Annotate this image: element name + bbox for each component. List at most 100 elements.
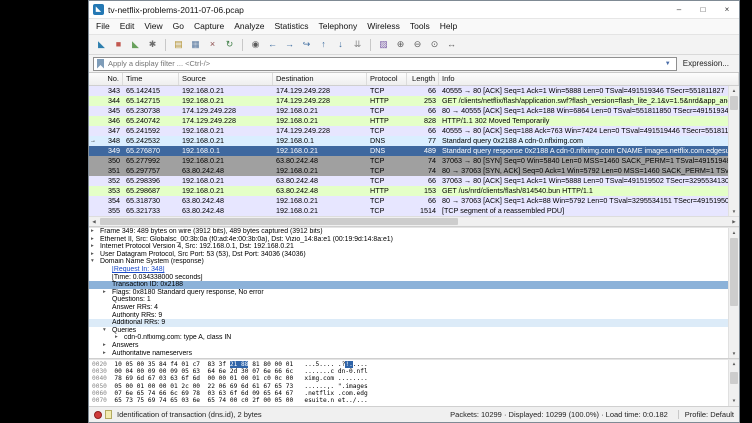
menu-item-file[interactable]: File (91, 19, 115, 34)
scroll-down-icon[interactable]: ▼ (729, 397, 739, 406)
detail-row[interactable]: Additional RRs: 9 (89, 319, 739, 327)
detail-row[interactable]: Questions: 1 (89, 296, 739, 304)
detail-row[interactable]: [Request In: 348] (89, 266, 739, 274)
vscroll-thumb[interactable] (730, 372, 738, 384)
close-button[interactable]: × (715, 1, 739, 18)
packet-row-355[interactable]: 35565.32173363.80.242.48192.168.0.21TCP1… (89, 206, 739, 216)
expand-icon[interactable]: ▸ (91, 236, 100, 244)
detail-row[interactable]: ▾Queries (89, 327, 739, 335)
menu-item-view[interactable]: View (139, 19, 167, 34)
hex-row-0070[interactable]: 0070 65 73 75 69 74 65 03 6e 65 74 00 c0… (92, 397, 739, 404)
vscroll-thumb[interactable] (730, 96, 738, 110)
find-packet-icon[interactable]: ◉ (248, 37, 263, 52)
packet-row-347[interactable]: 34765.241592192.168.0.21174.129.249.228T… (89, 126, 739, 136)
expand-icon[interactable]: ▸ (91, 228, 100, 236)
detail-row[interactable]: Authority RRs: 9 (89, 312, 739, 320)
filter-dropdown-icon[interactable]: ▼ (663, 61, 673, 67)
detail-row[interactable]: [Time: 0.034338000 seconds] (89, 274, 739, 282)
collapse-icon[interactable]: ▾ (103, 327, 112, 335)
open-file-icon[interactable]: ▤ (171, 37, 186, 52)
reload-icon[interactable]: ↻ (222, 37, 237, 52)
zoom-out-icon[interactable]: ⊖ (410, 37, 425, 52)
collapse-icon[interactable]: ▾ (91, 258, 100, 266)
scroll-down-icon[interactable]: ▼ (729, 207, 739, 216)
hex-row-0060[interactable]: 0060 07 6e 65 74 66 6c 69 78 03 63 6f 6d… (92, 390, 739, 397)
display-filter-input[interactable] (108, 59, 663, 68)
go-to-packet-icon[interactable]: ↪ (299, 37, 314, 52)
packet-row-345[interactable]: 34565.230738174.129.249.228192.168.0.21T… (89, 106, 739, 116)
detail-row[interactable]: ▸Answers (89, 342, 739, 350)
packet-row-351[interactable]: 35165.29775763.80.242.48192.168.0.21TCP7… (89, 166, 739, 176)
menu-item-analyze[interactable]: Analyze (229, 19, 269, 34)
packet-row-350[interactable]: 35065.277992192.168.0.2163.80.242.48TCP7… (89, 156, 739, 166)
menu-item-statistics[interactable]: Statistics (269, 19, 313, 34)
column-header-no[interactable]: No. (89, 73, 123, 85)
packet-row-346[interactable]: 34665.240742174.129.249.228192.168.0.21H… (89, 116, 739, 126)
save-file-icon[interactable]: ▦ (188, 37, 203, 52)
detail-row[interactable]: ▸Flags: 0x8180 Standard query response, … (89, 289, 739, 297)
hex-row-0030[interactable]: 0030 00 04 00 09 00 09 05 63 64 6e 2d 30… (92, 368, 739, 375)
maximize-button[interactable]: □ (691, 1, 715, 18)
hex-vscrollbar[interactable]: ▲▼ (728, 360, 739, 406)
packet-row-352[interactable]: 35265.298396192.168.0.2163.80.242.48TCP6… (89, 176, 739, 186)
detail-row[interactable]: ▸Internet Protocol Version 4, Src: 192.1… (89, 243, 739, 251)
column-header-time[interactable]: Time (123, 73, 179, 85)
column-header-dst[interactable]: Destination (273, 73, 367, 85)
packet-list-vscrollbar[interactable]: ▲▼ (728, 86, 739, 216)
vscroll-thumb[interactable] (730, 238, 738, 306)
colorize-icon[interactable]: ▨ (376, 37, 391, 52)
close-file-icon[interactable]: × (205, 37, 220, 52)
scroll-left-icon[interactable]: ◀ (89, 217, 99, 226)
profile-selector[interactable]: Profile: Default (678, 410, 734, 419)
stop-capture-icon[interactable]: ■ (111, 37, 126, 52)
column-header-src[interactable]: Source (179, 73, 273, 85)
column-header-proto[interactable]: Protocol (367, 73, 407, 85)
menu-item-wireless[interactable]: Wireless (362, 19, 405, 34)
packet-row-353[interactable]: 35365.298687192.168.0.2163.80.242.48HTTP… (89, 186, 739, 196)
menu-item-go[interactable]: Go (168, 19, 189, 34)
scroll-up-icon[interactable]: ▲ (729, 228, 739, 237)
minimize-button[interactable]: – (667, 1, 691, 18)
go-back-icon[interactable]: ← (265, 37, 280, 52)
scroll-down-icon[interactable]: ▼ (729, 349, 739, 358)
hscroll-thumb[interactable] (100, 218, 458, 225)
first-packet-icon[interactable]: ↑ (316, 37, 331, 52)
capture-options-icon[interactable]: ✱ (145, 37, 160, 52)
menu-item-help[interactable]: Help (435, 19, 462, 34)
expand-icon[interactable]: ▸ (115, 334, 124, 342)
display-filter-box[interactable]: ▼ (93, 57, 677, 71)
filter-bookmark-icon[interactable] (97, 59, 104, 69)
expression-button[interactable]: Expression... (677, 59, 735, 68)
scroll-up-icon[interactable]: ▲ (729, 86, 739, 95)
menu-item-edit[interactable]: Edit (115, 19, 140, 34)
capture-comment-icon[interactable] (105, 410, 112, 419)
menu-item-capture[interactable]: Capture (189, 19, 229, 34)
zoom-100-icon[interactable]: ⊙ (427, 37, 442, 52)
zoom-in-icon[interactable]: ⊕ (393, 37, 408, 52)
detail-row[interactable]: ▸Frame 349: 489 bytes on wire (3912 bits… (89, 228, 739, 236)
menu-item-telephony[interactable]: Telephony (314, 19, 363, 34)
expand-icon[interactable]: ▸ (103, 289, 112, 297)
detail-row[interactable]: Transaction ID: 0x2188 (89, 281, 739, 289)
expand-icon[interactable]: ▸ (103, 350, 112, 358)
scroll-up-icon[interactable]: ▲ (729, 360, 739, 369)
restart-capture-icon[interactable]: ◣ (128, 37, 143, 52)
column-header-len[interactable]: Length (407, 73, 439, 85)
go-forward-icon[interactable]: → (282, 37, 297, 52)
menu-item-tools[interactable]: Tools (405, 19, 435, 34)
packet-row-354[interactable]: 35465.31873063.80.242.48192.168.0.21TCP6… (89, 196, 739, 206)
packet-list-hscrollbar[interactable]: ◀ ▶ (89, 216, 739, 226)
column-header-info[interactable]: Info (439, 73, 739, 85)
hex-row-0050[interactable]: 0050 05 00 01 00 00 01 2c 00 22 06 69 6d… (92, 383, 739, 390)
detail-row[interactable]: ▸Authoritative nameservers (89, 350, 739, 358)
detail-row[interactable]: ▸cdn-0.nflximg.com: type A, class IN (89, 334, 739, 342)
detail-row[interactable]: Answer RRs: 4 (89, 304, 739, 312)
packet-row-348[interactable]: →34865.242532192.168.0.21192.168.0.1DNS7… (89, 136, 739, 146)
expand-icon[interactable]: ▸ (91, 243, 100, 251)
expert-info-icon[interactable] (94, 411, 102, 419)
packet-row-344[interactable]: 34465.142715192.168.0.21174.129.249.228H… (89, 96, 739, 106)
resize-columns-icon[interactable]: ↔ (444, 37, 459, 52)
detail-row[interactable]: ▸User Datagram Protocol, Src Port: 53 (5… (89, 251, 739, 259)
auto-scroll-icon[interactable]: ⇊ (350, 37, 365, 52)
last-packet-icon[interactable]: ↓ (333, 37, 348, 52)
